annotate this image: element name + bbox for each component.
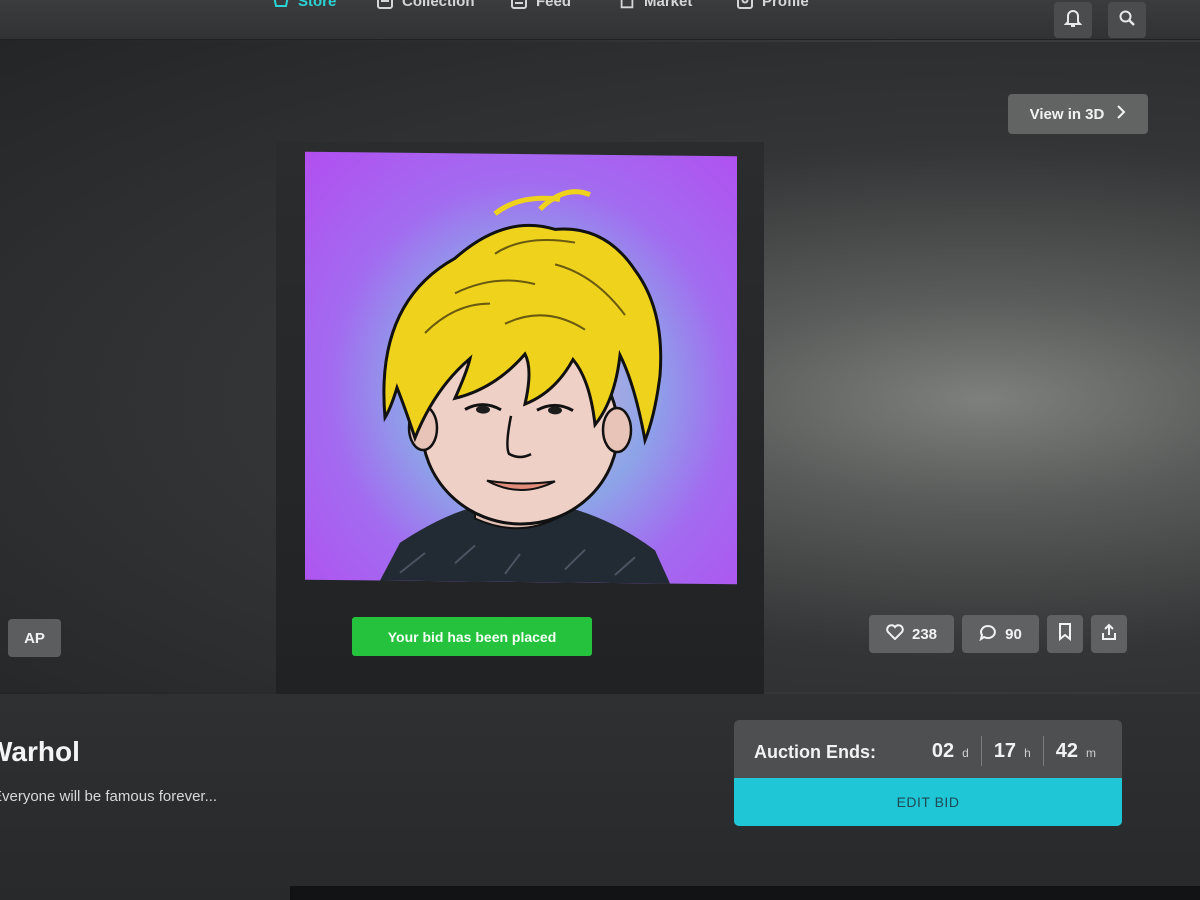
bookmark-button[interactable] [1047, 615, 1083, 653]
like-count: 238 [911, 625, 938, 643]
auction-countdown: 02 d 17 h 42 m [920, 736, 1108, 766]
countdown-days: 02 d [920, 740, 981, 763]
comment-icon [979, 624, 997, 645]
days-unit: d [962, 745, 969, 760]
view-in-3d-label: View in 3D [1029, 105, 1105, 123]
creator-avatar[interactable]: AP [8, 619, 61, 657]
bookmark-icon [1058, 623, 1072, 645]
artwork-description: Everyone will be famous forever... [0, 788, 218, 805]
minutes-value: 42 [1055, 739, 1078, 762]
top-navigation: Store Collection Feed Market Profile [0, 0, 1200, 40]
edit-bid-label: EDIT BID [896, 794, 960, 810]
bell-icon [1063, 8, 1083, 33]
market-icon [618, 0, 636, 10]
nav-item-label: Market [644, 0, 693, 10]
nav-item-collection[interactable]: Collection [376, 0, 475, 10]
edit-bid-button[interactable]: EDIT BID [734, 778, 1122, 826]
comments-button[interactable]: 90 [962, 615, 1039, 653]
bid-placed-toast: Your bid has been placed [352, 617, 592, 656]
share-icon [1101, 623, 1117, 645]
toast-message: Your bid has been placed [387, 628, 557, 645]
profile-icon [736, 0, 754, 10]
search-icon [1118, 9, 1136, 32]
collection-icon [376, 0, 394, 10]
nav-item-store[interactable]: Store [272, 0, 336, 10]
days-value: 02 [931, 739, 955, 762]
hours-unit: h [1024, 745, 1031, 760]
feed-icon [510, 0, 528, 10]
search-button[interactable] [1108, 2, 1146, 38]
bottom-edge [290, 886, 1200, 900]
nav-item-label: Feed [536, 0, 572, 10]
countdown-minutes: 42 m [1044, 740, 1108, 763]
auction-ends-label: Auction Ends: [754, 742, 876, 762]
view-in-3d-button[interactable]: View in 3D [1008, 94, 1148, 134]
heart-icon [886, 624, 904, 644]
artwork-title: Warhol [0, 736, 80, 767]
artwork-image[interactable] [305, 151, 737, 585]
nav-item-label: Collection [402, 0, 475, 10]
nav-item-label: Store [298, 0, 337, 10]
auction-card: Auction Ends: 02 d 17 h 42 m EDIT BID [734, 720, 1122, 826]
hours-value: 17 [993, 739, 1017, 762]
countdown-hours: 17 h [982, 740, 1043, 763]
chevron-right-icon [1116, 105, 1126, 123]
store-icon [272, 0, 290, 10]
nav-item-feed[interactable]: Feed [510, 0, 571, 10]
creator-initials: AP [24, 629, 45, 647]
share-button[interactable] [1091, 615, 1127, 653]
like-button[interactable]: 238 [869, 615, 954, 653]
minutes-unit: m [1086, 745, 1096, 760]
nav-item-market[interactable]: Market [618, 0, 692, 10]
nav-item-label: Profile [762, 0, 809, 10]
comment-count: 90 [1005, 625, 1022, 643]
nav-item-profile[interactable]: Profile [736, 0, 809, 10]
notifications-button[interactable] [1054, 2, 1092, 38]
